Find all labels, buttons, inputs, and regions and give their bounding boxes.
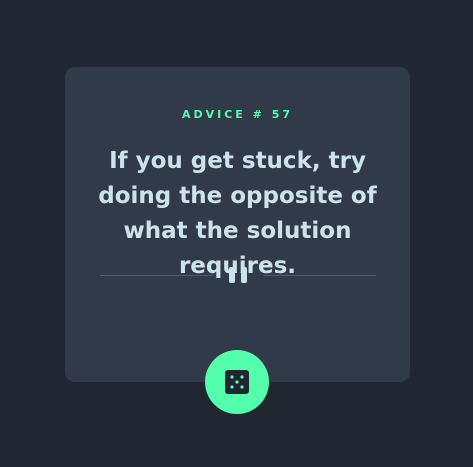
- generate-advice-button[interactable]: [205, 350, 269, 414]
- pause-icon: [229, 267, 249, 283]
- advice-label-prefix: ADVICE #: [181, 108, 265, 121]
- divider-line-left: [100, 275, 213, 276]
- dice-icon: [225, 370, 249, 394]
- divider-line-right: [263, 275, 376, 276]
- pause-bar-right: [241, 267, 247, 283]
- advice-number: 57: [271, 108, 294, 121]
- advice-card: ADVICE # 57 If you get stuck, try doing …: [65, 67, 410, 382]
- divider: [100, 267, 376, 283]
- advice-quote: If you get stuck, try doing the opposite…: [98, 148, 377, 279]
- pause-bar-left: [229, 267, 235, 283]
- advice-heading: ADVICE # 57: [65, 108, 410, 121]
